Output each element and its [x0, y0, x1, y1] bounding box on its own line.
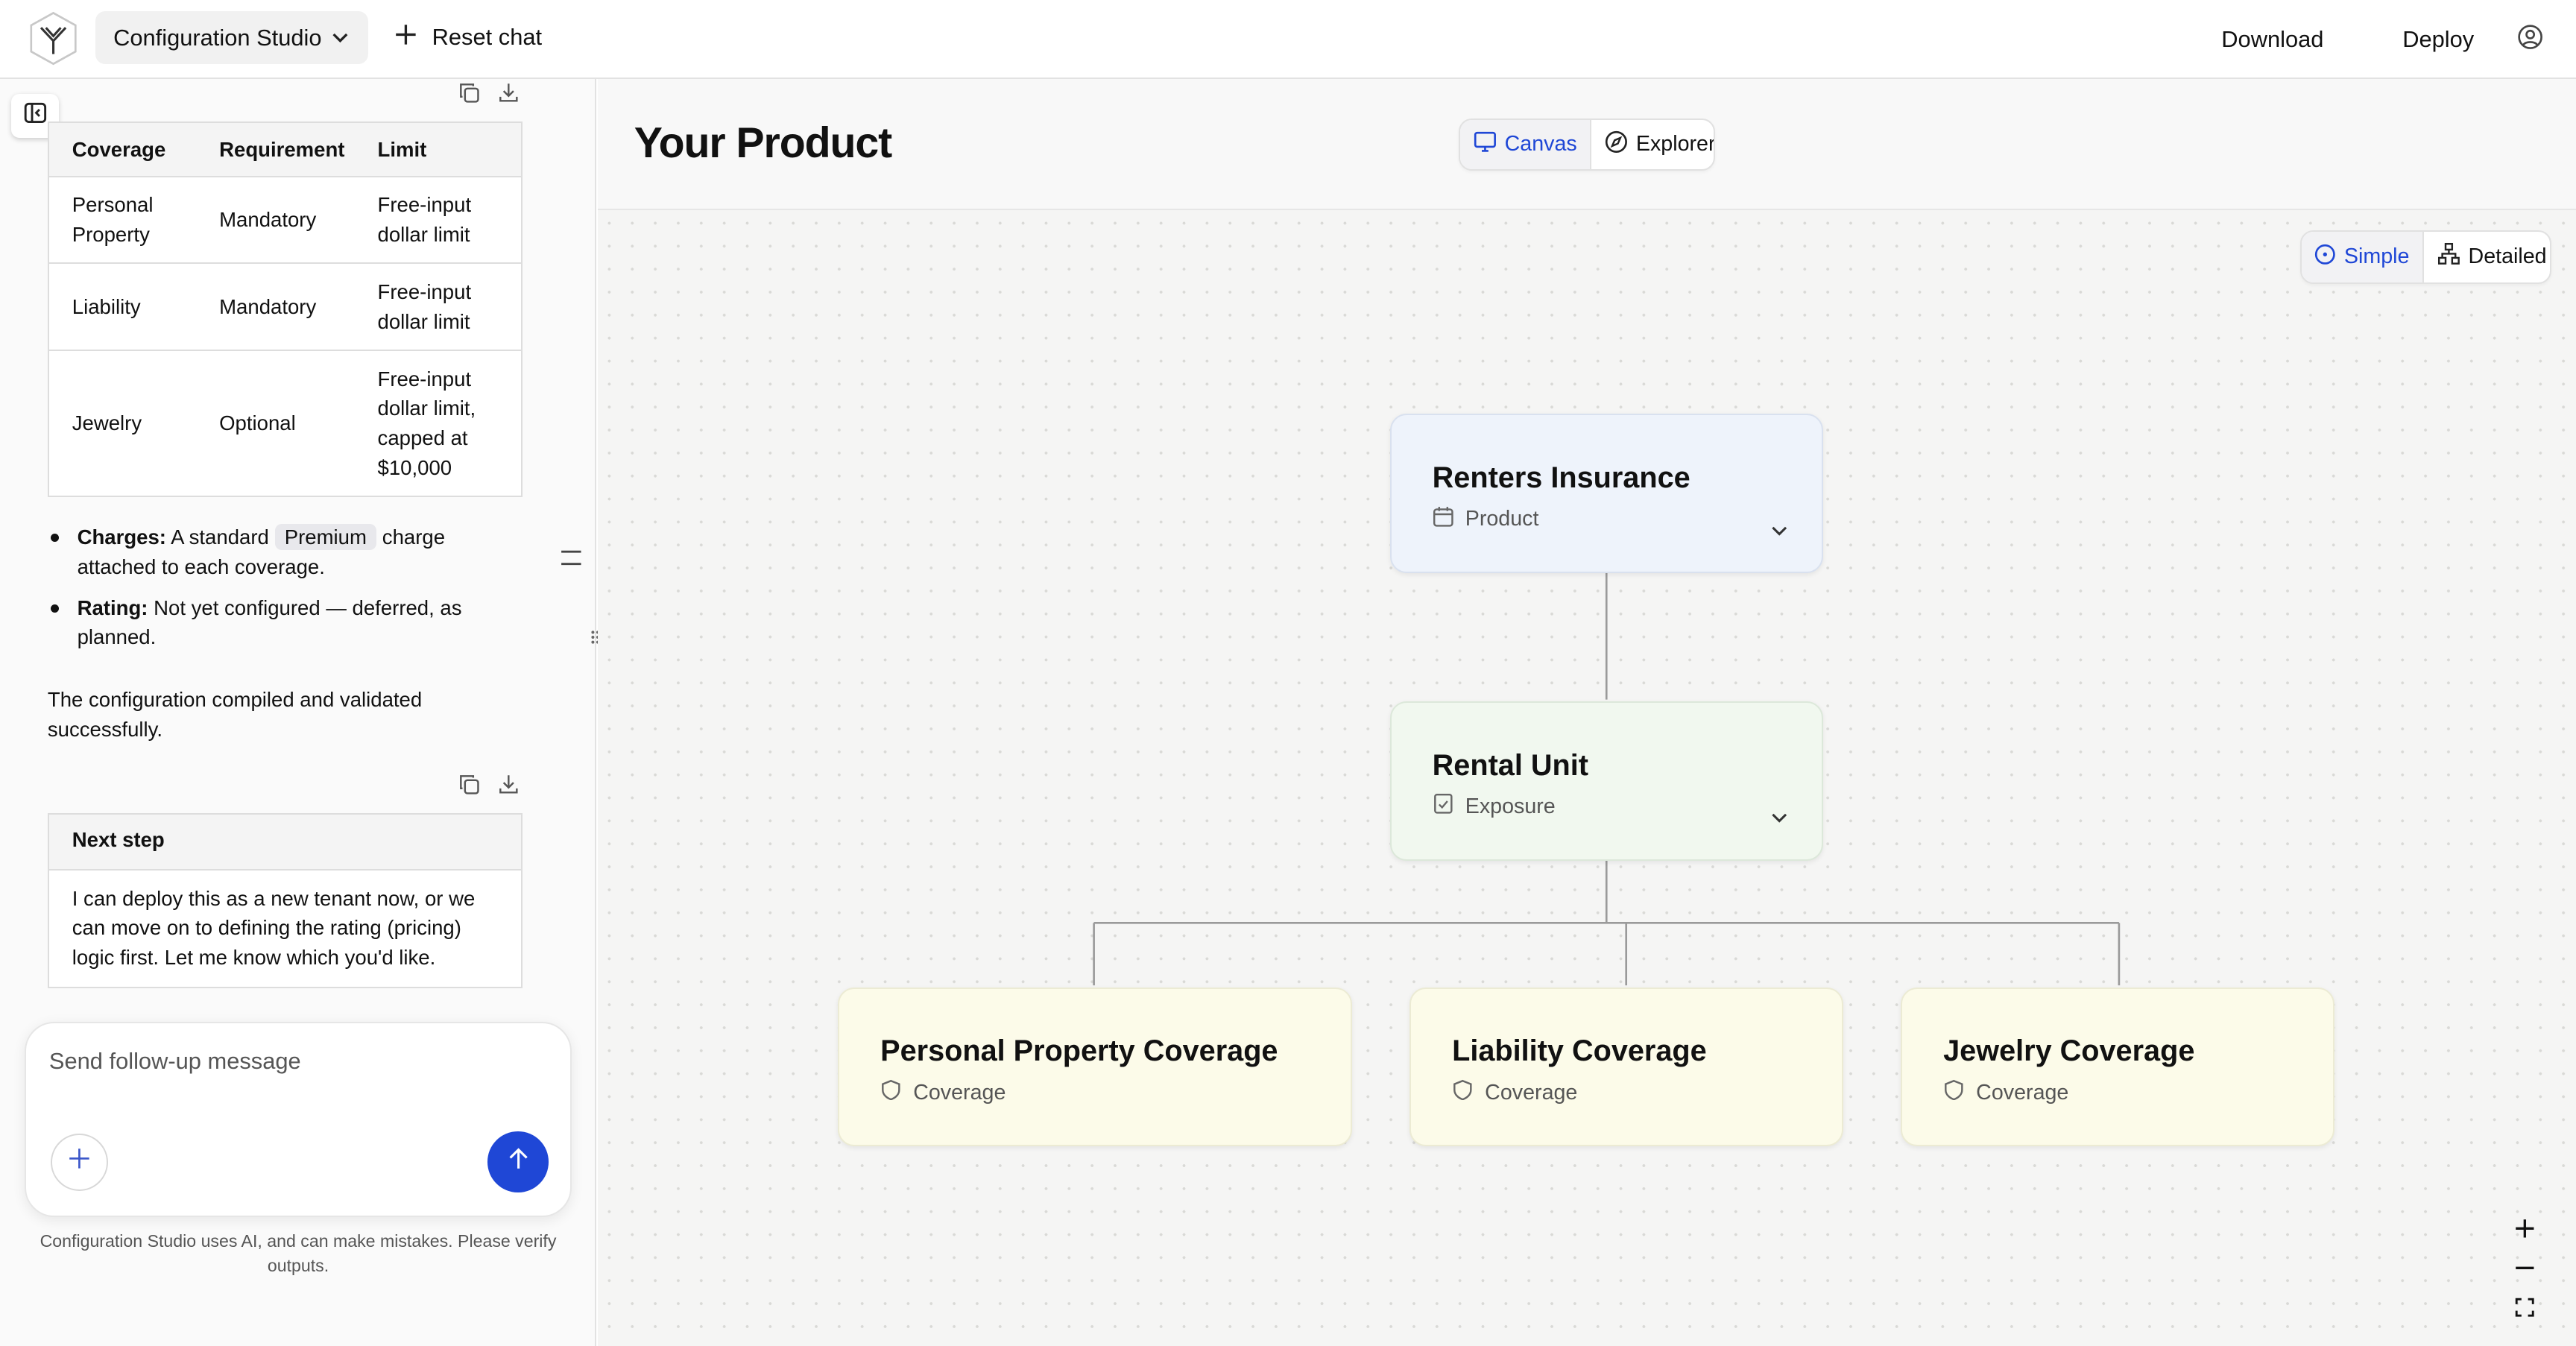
- tab-canvas-label: Canvas: [1504, 132, 1577, 157]
- fit-view-button[interactable]: [2501, 1291, 2550, 1324]
- shield-icon: [1943, 1079, 1965, 1107]
- node-title: Liability Coverage: [1452, 1034, 1707, 1068]
- reset-chat-button[interactable]: Reset chat: [394, 23, 542, 52]
- premium-chip: Premium: [274, 523, 377, 551]
- zoom-controls: [2501, 1213, 2550, 1324]
- ai-disclaimer: Configuration Studio uses AI, and can ma…: [40, 1230, 557, 1275]
- app-logo-icon[interactable]: [25, 10, 82, 67]
- node-type: Coverage: [880, 1079, 1006, 1107]
- node-type-label: Coverage: [913, 1080, 1006, 1105]
- node-product[interactable]: Renters Insurance Product: [1389, 414, 1824, 574]
- next-step-table: Next step I can deploy this as a new ten…: [47, 812, 523, 989]
- node-exposure[interactable]: Rental Unit Exposure: [1389, 701, 1824, 861]
- table-row: Jewelry Optional Free-input dollar limit…: [47, 349, 523, 497]
- table-row: Liability Mandatory Free-input dollar li…: [47, 262, 523, 351]
- graph-canvas[interactable]: Simple Detailed Renters Insurance Produc…: [598, 212, 2576, 1346]
- node-type-label: Coverage: [1976, 1080, 2069, 1105]
- table-cell: Free-input dollar limit: [354, 175, 523, 265]
- tab-explorer-label: Explorer: [1635, 132, 1715, 157]
- message-input[interactable]: [48, 1047, 543, 1114]
- download-icon[interactable]: [498, 80, 521, 104]
- tab-explorer[interactable]: Explorer: [1591, 120, 1715, 170]
- plus-icon: [68, 1147, 91, 1177]
- table-header: Limit: [354, 121, 523, 177]
- download-button[interactable]: Download: [2209, 19, 2337, 60]
- checklist-icon: [1433, 793, 1454, 821]
- table-row: Personal Property Mandatory Free-input d…: [47, 175, 523, 265]
- node-title: Jewelry Coverage: [1943, 1034, 2195, 1068]
- table-header: Coverage: [47, 121, 197, 177]
- app-switcher-dropdown[interactable]: Configuration Studio: [95, 11, 368, 64]
- main-header: Your Product Canvas Explorer: [598, 78, 2576, 211]
- reset-chat-label: Reset chat: [432, 24, 543, 51]
- copy-icon[interactable]: [458, 80, 482, 104]
- next-step-body: I can deploy this as a new tenant now, o…: [72, 886, 476, 969]
- table-header-row: Coverage Requirement Limit: [47, 121, 523, 177]
- table-cell: Liability: [47, 262, 197, 351]
- zoom-out-button[interactable]: [2501, 1251, 2550, 1284]
- table-cell: Free-input dollar limit: [354, 262, 523, 351]
- chevron-down-icon[interactable]: [1770, 517, 1789, 547]
- copy-icon[interactable]: [458, 772, 482, 795]
- node-type: Exposure: [1433, 793, 1556, 821]
- node-type: Coverage: [1943, 1079, 2068, 1107]
- rating-label: Rating:: [77, 595, 148, 619]
- message-composer: [25, 1021, 572, 1218]
- chat-panel: Coverage Requirement Limit Personal Prop…: [0, 78, 597, 1346]
- plus-icon: [394, 23, 417, 52]
- attach-button[interactable]: [51, 1133, 109, 1191]
- tab-canvas[interactable]: Canvas: [1460, 119, 1592, 170]
- node-type: Product: [1433, 506, 1539, 534]
- charges-label: Charges:: [77, 525, 166, 549]
- top-bar: Configuration Studio Reset chat Download…: [0, 0, 2576, 79]
- table-cell: Optional: [196, 349, 355, 497]
- node-type: Coverage: [1452, 1079, 1577, 1107]
- node-title: Renters Insurance: [1432, 461, 1690, 495]
- page-title: Your Product: [634, 119, 893, 167]
- next-step-header: Next step: [48, 814, 521, 871]
- summary-bullets: Charges: A standard Premium charge attac…: [48, 522, 491, 664]
- node-type-label: Product: [1465, 507, 1539, 531]
- send-button[interactable]: [487, 1131, 549, 1192]
- node-type-label: Exposure: [1465, 794, 1556, 819]
- calendar-icon: [1433, 506, 1454, 534]
- shield-icon: [880, 1079, 902, 1107]
- node-title: Rental Unit: [1432, 748, 1588, 782]
- chevron-down-icon[interactable]: [1770, 805, 1789, 835]
- table-header: Requirement: [196, 121, 355, 177]
- compass-icon: [1605, 130, 1628, 159]
- list-item: Charges: A standard Premium charge attac…: [48, 522, 491, 581]
- scroll-position-marker[interactable]: [561, 544, 582, 566]
- table-cell: Free-input dollar limit, capped at $10,0…: [354, 349, 523, 497]
- node-coverage-liability[interactable]: Liability Coverage Coverage: [1409, 987, 1843, 1147]
- arrow-up-icon: [505, 1146, 531, 1178]
- node-coverage-jewelry[interactable]: Jewelry Coverage Coverage: [1901, 987, 2334, 1147]
- table-cell: Personal Property: [47, 175, 197, 265]
- chevron-down-icon: [329, 26, 352, 55]
- app-switcher-label: Configuration Studio: [113, 24, 322, 51]
- sidebar-collapse-icon: [24, 101, 47, 130]
- node-coverage-personal-property[interactable]: Personal Property Coverage Coverage: [838, 987, 1352, 1147]
- coverage-table: Coverage Requirement Limit Personal Prop…: [47, 121, 523, 497]
- node-type-label: Coverage: [1485, 1080, 1578, 1105]
- shield-icon: [1452, 1079, 1474, 1107]
- main-area: Your Product Canvas Explorer Simple Deta…: [598, 78, 2576, 1346]
- download-icon[interactable]: [498, 772, 521, 795]
- list-item: Rating: Not yet configured — deferred, a…: [48, 593, 491, 652]
- table-cell: Jewelry: [47, 349, 197, 497]
- charges-text-pre: A standard: [171, 525, 269, 549]
- node-title: Personal Property Coverage: [880, 1034, 1278, 1068]
- table-cell: Mandatory: [196, 175, 355, 265]
- table-cell: Mandatory: [196, 262, 355, 351]
- deploy-button[interactable]: Deploy: [2390, 19, 2487, 60]
- view-toggle: Canvas Explorer: [1459, 118, 1715, 171]
- summary-text: The configuration compiled and validated…: [47, 688, 423, 741]
- user-account-icon[interactable]: [2517, 24, 2543, 56]
- zoom-in-button[interactable]: [2501, 1213, 2550, 1245]
- monitor-icon: [1474, 131, 1497, 159]
